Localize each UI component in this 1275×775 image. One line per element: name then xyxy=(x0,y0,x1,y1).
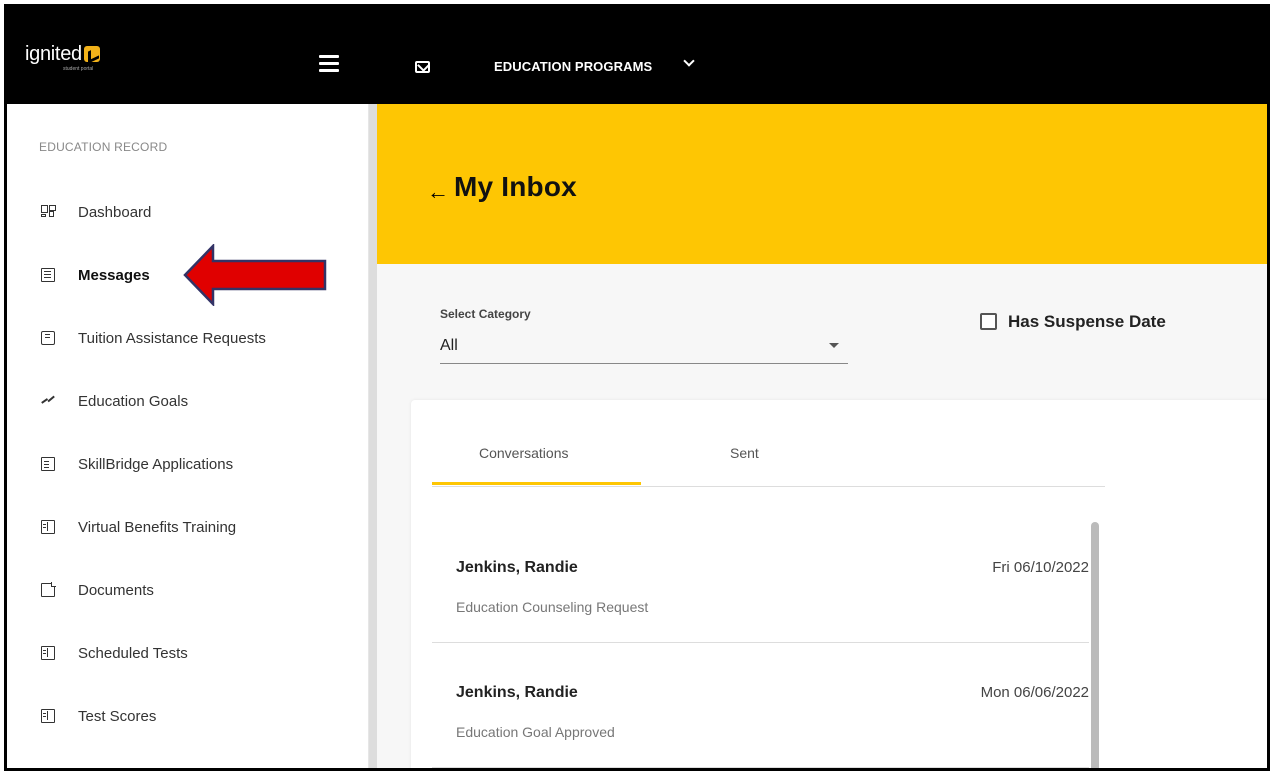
has-suspense-date-label: Has Suspense Date xyxy=(1008,312,1166,331)
education-programs-menu[interactable]: EDUCATION PROGRAMS xyxy=(494,59,652,74)
message-sender: Jenkins, Randie xyxy=(456,559,578,576)
brand-mark-icon xyxy=(83,46,100,62)
menu-icon[interactable] xyxy=(319,55,339,72)
message-subject: Education Counseling Request xyxy=(456,599,649,615)
category-select-label: Select Category xyxy=(440,307,531,321)
sidebar-item-label: Messages xyxy=(78,266,150,284)
message-date: Mon 06/06/2022 xyxy=(980,684,1089,701)
dashboard-icon xyxy=(41,205,56,219)
book-icon xyxy=(41,709,55,723)
page-title: My Inbox xyxy=(454,171,577,202)
sidebar-item-label: Tuition Assistance Requests xyxy=(78,329,266,347)
active-tab-indicator xyxy=(432,482,641,485)
chevron-down-icon[interactable] xyxy=(683,55,695,67)
annotation-arrow-icon xyxy=(183,244,327,306)
sidebar-item-education-goals[interactable]: Education Goals xyxy=(7,379,369,423)
category-select[interactable]: All xyxy=(440,337,458,355)
sidebar-section-title: EDUCATION RECORD xyxy=(39,140,168,154)
sidebar-item-label: SkillBridge Applications xyxy=(78,455,234,473)
category-select-underline xyxy=(440,363,848,364)
caret-down-icon[interactable] xyxy=(829,343,839,348)
sidebar-item-label: Dashboard xyxy=(78,203,152,221)
sidebar-item-tuition-assistance-requests[interactable]: Tuition Assistance Requests xyxy=(7,316,369,360)
trending-icon xyxy=(41,394,55,408)
sidebar-item-skillbridge-applications[interactable]: SkillBridge Applications xyxy=(7,442,369,486)
brand-name: ignited xyxy=(25,43,82,65)
sidebar-item-label: Documents xyxy=(78,581,154,599)
top-bar: ignited student portal EDUCATION PROGRAM… xyxy=(7,7,1267,104)
tab-conversations[interactable]: Conversations xyxy=(479,445,569,461)
tab-divider xyxy=(432,486,1105,487)
sidebar-item-scheduled-tests[interactable]: Scheduled Tests xyxy=(7,631,369,675)
sidebar-item-documents[interactable]: Documents xyxy=(7,568,369,612)
sidebar-item-label: Scheduled Tests xyxy=(78,644,188,662)
message-list-item[interactable]: Jenkins, Randie Fri 06/10/2022 Education… xyxy=(432,519,1089,643)
brand-logo[interactable]: ignited xyxy=(25,43,100,66)
tab-sent[interactable]: Sent xyxy=(730,445,759,461)
sidebar-item-label: Virtual Benefits Training xyxy=(78,518,237,536)
message-date: Fri 06/10/2022 xyxy=(992,559,1089,576)
sidebar-item-test-scores[interactable]: Test Scores xyxy=(7,694,369,738)
message-icon xyxy=(41,268,55,282)
message-list-scrollbar[interactable] xyxy=(1091,522,1099,768)
message-sender: Jenkins, Randie xyxy=(456,684,578,701)
app-window: ignited student portal EDUCATION PROGRAM… xyxy=(4,4,1270,771)
sidebar-item-label: Education Goals xyxy=(78,392,189,410)
sidebar-item-label: Test Scores xyxy=(78,707,157,725)
sidebar-item-virtual-benefits-training[interactable]: Virtual Benefits Training xyxy=(7,505,369,549)
sidebar-item-dashboard[interactable]: Dashboard xyxy=(7,190,369,234)
brand-subtitle: student portal xyxy=(63,66,94,72)
has-suspense-date-checkbox[interactable] xyxy=(980,313,997,330)
message-subject: Education Goal Approved xyxy=(456,724,615,740)
clipboard-icon xyxy=(41,457,55,471)
back-arrow-icon[interactable]: ← xyxy=(427,179,449,205)
mail-icon[interactable] xyxy=(415,61,430,73)
tuition-icon xyxy=(41,331,55,345)
message-list-item[interactable]: Jenkins, Randie Mon 06/06/2022 Education… xyxy=(432,644,1089,768)
sidebar: EDUCATION RECORD Dashboard Messages Tuit… xyxy=(7,104,369,768)
document-icon xyxy=(41,582,56,597)
book-icon xyxy=(41,646,55,660)
book-icon xyxy=(41,520,55,534)
sidebar-scrollbar[interactable] xyxy=(369,104,377,768)
